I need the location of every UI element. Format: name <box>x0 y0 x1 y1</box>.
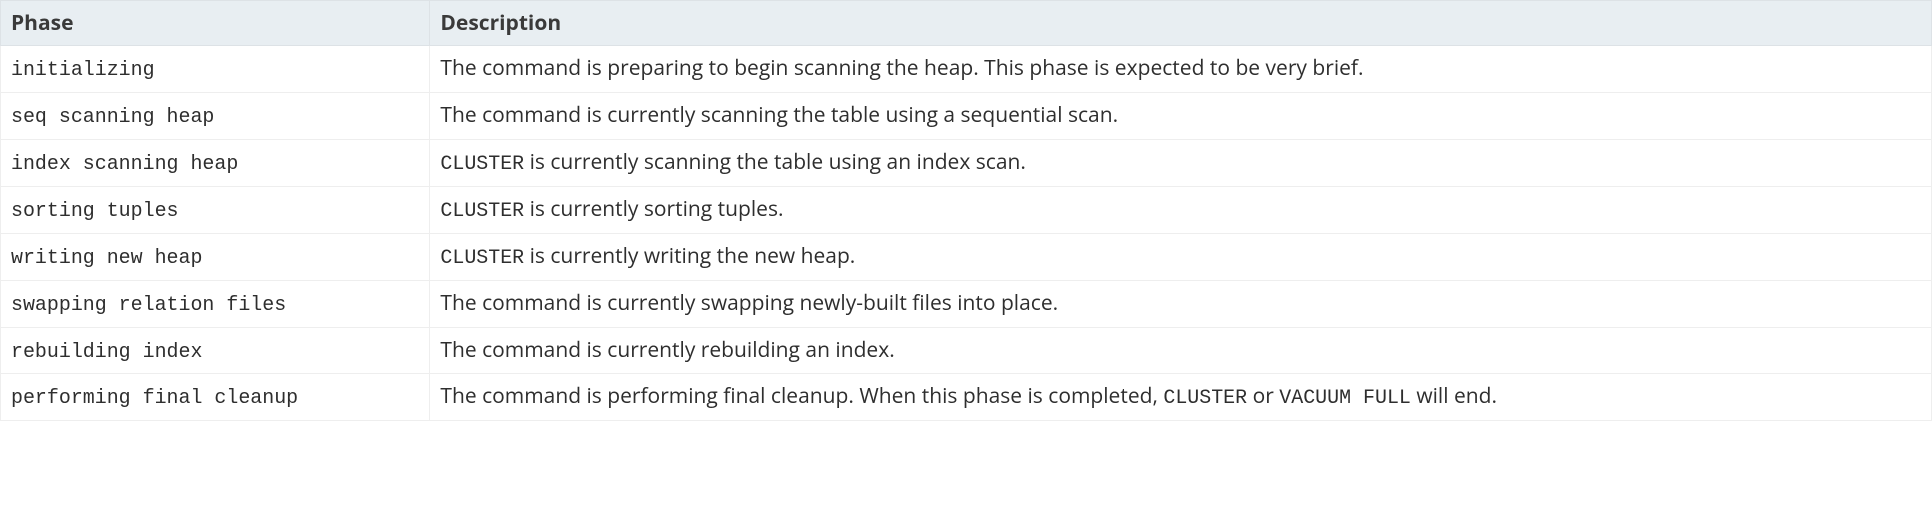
table-row: seq scanning heap The command is currentl… <box>1 92 1932 139</box>
phase-cell: initializing <box>1 46 430 93</box>
phase-value: swapping relation files <box>11 293 286 316</box>
phase-value: performing final cleanup <box>11 386 298 409</box>
phase-value: rebuilding index <box>11 340 202 363</box>
description-cell: The command is currently rebuilding an i… <box>430 327 1932 374</box>
col-header-phase: Phase <box>1 1 430 46</box>
description-text: or <box>1247 382 1279 410</box>
phase-value: initializing <box>11 58 155 81</box>
inline-code: VACUUM FULL <box>1279 386 1411 409</box>
description-cell: CLUSTER is currently sorting tuples. <box>430 186 1932 233</box>
inline-code: CLUSTER <box>440 152 524 175</box>
phase-cell: seq scanning heap <box>1 92 430 139</box>
table-row: index scanning heap CLUSTER is currently … <box>1 139 1932 186</box>
description-text: is currently sorting tuples. <box>524 195 783 223</box>
description-cell: The command is preparing to begin scanni… <box>430 46 1932 93</box>
phases-table: Phase Description initializing The comman… <box>0 0 1932 421</box>
description-text: The command is performing final cleanup.… <box>440 382 1163 410</box>
description-cell: CLUSTER is currently scanning the table … <box>430 139 1932 186</box>
phase-value: writing new heap <box>11 246 202 269</box>
inline-code: CLUSTER <box>440 199 524 222</box>
table-header-row: Phase Description <box>1 1 1932 46</box>
table-row: swapping relation files The command is cu… <box>1 280 1932 327</box>
table-body: initializing The command is preparing to … <box>1 46 1932 421</box>
phase-cell: swapping relation files <box>1 280 430 327</box>
phase-cell: performing final cleanup <box>1 374 430 421</box>
description-text: The command is currently scanning the ta… <box>440 101 1118 129</box>
table-row: performing final cleanup The command is p… <box>1 374 1932 421</box>
phase-cell: rebuilding index <box>1 327 430 374</box>
inline-code: CLUSTER <box>1163 386 1247 409</box>
description-text: will end. <box>1411 382 1497 410</box>
col-header-description: Description <box>430 1 1932 46</box>
table-row: writing new heap CLUSTER is currently wri… <box>1 233 1932 280</box>
phase-value: sorting tuples <box>11 199 179 222</box>
description-text: The command is currently rebuilding an i… <box>440 336 894 364</box>
description-text: is currently writing the new heap. <box>524 242 855 270</box>
description-text: The command is preparing to begin scanni… <box>440 54 1363 82</box>
phase-cell: index scanning heap <box>1 139 430 186</box>
table-row: initializing The command is preparing to … <box>1 46 1932 93</box>
phase-cell: sorting tuples <box>1 186 430 233</box>
phase-value: index scanning heap <box>11 152 238 175</box>
phase-value: seq scanning heap <box>11 105 214 128</box>
description-cell: The command is currently scanning the ta… <box>430 92 1932 139</box>
table-row: sorting tuples CLUSTER is currently sorti… <box>1 186 1932 233</box>
description-cell: CLUSTER is currently writing the new hea… <box>430 233 1932 280</box>
description-cell: The command is currently swapping newly-… <box>430 280 1932 327</box>
description-cell: The command is performing final cleanup.… <box>430 374 1932 421</box>
description-text: The command is currently swapping newly-… <box>440 289 1058 317</box>
description-text: is currently scanning the table using an… <box>524 148 1026 176</box>
phase-cell: writing new heap <box>1 233 430 280</box>
inline-code: CLUSTER <box>440 246 524 269</box>
table-row: rebuilding index The command is currently… <box>1 327 1932 374</box>
